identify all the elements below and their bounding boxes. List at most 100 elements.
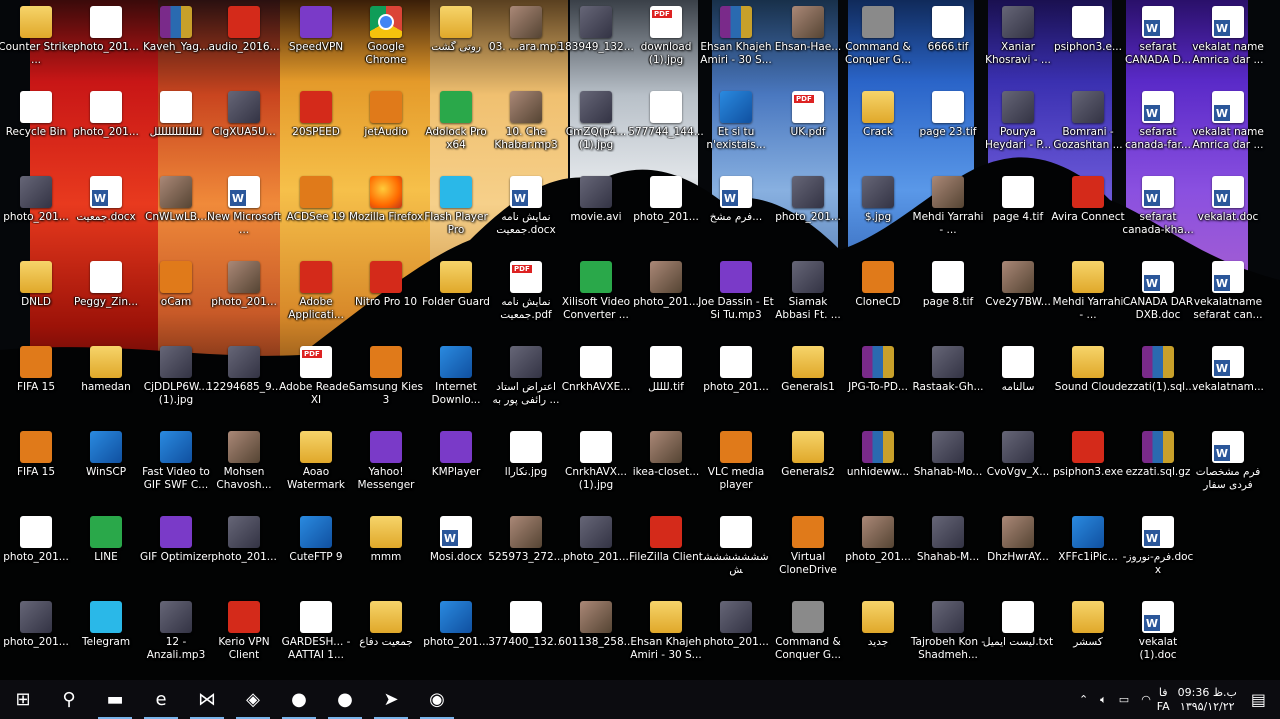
file-explorer-icon[interactable]: ▬	[92, 680, 138, 719]
desktop-icon[interactable]: Adobe Reader XI	[279, 346, 353, 430]
desktop-icon[interactable]: Siamak Abbasi Ft. ...	[772, 261, 844, 345]
desktop-icon[interactable]: جمعیت دفاع	[350, 601, 422, 685]
chrome-taskbar-icon[interactable]: ●	[276, 680, 322, 719]
desktop-icon[interactable]: photo_201...	[630, 176, 702, 260]
desktop-icon[interactable]: psiphon3.e...	[1052, 6, 1124, 90]
desktop-icon[interactable]: CuteFTP 9	[280, 516, 352, 600]
desktop-icon[interactable]: 10. Che Khabar.mp3	[490, 91, 562, 175]
desktop-icon[interactable]: لللللللللللللل	[140, 91, 212, 175]
desktop-icon[interactable]: للللل.tif	[630, 346, 702, 430]
desktop-icon[interactable]: 03. ...ara.mp3	[489, 6, 563, 90]
desktop-icon[interactable]: photo_201...	[560, 516, 632, 600]
desktop-icon[interactable]: 377400_132...	[488, 601, 564, 685]
desktop-icon[interactable]: CANADA DAR DXB.doc	[1122, 261, 1194, 345]
telegram-taskbar-icon[interactable]: ➤	[368, 680, 414, 719]
desktop-icon[interactable]: Mohsen Chavosh...	[208, 431, 280, 515]
desktop-icon[interactable]: GARDESH... - AATTAI 1...	[280, 601, 352, 685]
edge-icon[interactable]: e	[138, 680, 184, 719]
desktop-icon[interactable]: Xilisoft Video Converter ...	[560, 261, 632, 345]
desktop-icon[interactable]: CnrkhAVXE...	[560, 346, 632, 430]
desktop-icon[interactable]: Mehdi Yarrahi - ...	[912, 176, 984, 260]
desktop-icon[interactable]: ezzati.sql.gz	[1122, 431, 1194, 515]
desktop-icon[interactable]: 601138_258...	[558, 601, 634, 685]
desktop-icon[interactable]: Yahoo! Messenger	[350, 431, 422, 515]
desktop-icon[interactable]: Crack	[842, 91, 914, 175]
desktop-icon[interactable]: Adobe Applicati...	[280, 261, 352, 345]
search-button[interactable]: ⚲	[46, 680, 92, 719]
desktop-icon[interactable]: sefarat CANADA D...	[1122, 6, 1194, 90]
desktop-icon[interactable]: Cve2y7BW...	[982, 261, 1054, 345]
desktop-icon[interactable]: photo_201...	[0, 516, 72, 600]
desktop-icon[interactable]: $.jpg	[842, 176, 914, 260]
desktop-icon[interactable]: CnWLwLB...	[140, 176, 212, 260]
desktop-icon[interactable]: سالنامه	[982, 346, 1054, 430]
desktop-icon[interactable]: 12294685_9...	[206, 346, 282, 430]
desktop-icon[interactable]: audio_2016...	[208, 6, 280, 90]
desktop-icon[interactable]: Shahab-Mo...	[912, 431, 984, 515]
desktop-icon[interactable]: CmZQ(p4... (1).jpg	[560, 91, 632, 175]
desktop-icon[interactable]: photo_201...	[420, 601, 492, 685]
desktop-icon[interactable]: Mozilla Firefox	[349, 176, 423, 260]
desktop-icon[interactable]: Ehsan Khajeh Amiri - 30 S...	[700, 6, 772, 90]
desktop-icon[interactable]: Samsung Kies 3	[349, 346, 423, 430]
idm-taskbar-icon[interactable]: ◉	[414, 680, 460, 719]
desktop-icon[interactable]: oCam	[140, 261, 212, 345]
desktop-icon[interactable]: photo_201...	[630, 261, 702, 345]
desktop-icon[interactable]: ClgXUA5U...	[208, 91, 280, 175]
desktop-icon[interactable]: CnrkhAVX... (1).jpg	[560, 431, 632, 515]
desktop-icon[interactable]: Sound Cloud	[1052, 346, 1124, 430]
chevron-up-icon[interactable]: ⌃	[1079, 693, 1088, 706]
start-button[interactable]: ⊞	[0, 680, 46, 719]
desktop-icon[interactable]: JPG-To-PD...	[842, 346, 914, 430]
desktop-icon[interactable]: photo_201...	[0, 601, 72, 685]
desktop-icon[interactable]: mmm	[350, 516, 422, 600]
desktop-icon[interactable]: vekalatnam...	[1192, 346, 1264, 430]
desktop-icon[interactable]: Peggy_Zin...	[70, 261, 142, 345]
desktop-icon[interactable]: Shahab-M...	[912, 516, 984, 600]
desktop-icon[interactable]: نکاراا.jpg	[490, 431, 562, 515]
desktop-icon[interactable]: Telegram	[70, 601, 142, 685]
desktop-icon[interactable]: Ehsan-Hae...	[772, 6, 844, 90]
desktop-icon[interactable]: Mehdi Yarrahi - ...	[1052, 261, 1124, 345]
desktop-icon[interactable]: CloneCD	[842, 261, 914, 345]
desktop-icon[interactable]: Fast Video to GIF SWF C...	[140, 431, 212, 515]
desktop-icon[interactable]: Kerio VPN Client	[208, 601, 280, 685]
desktop-icon[interactable]: WinSCP	[70, 431, 142, 515]
desktop-icon[interactable]: Adolock Pro x64	[420, 91, 492, 175]
desktop-icon[interactable]: LINE	[70, 516, 142, 600]
clock[interactable]: 09:36 ب.ظ ۱۳۹۵/۱۲/۲۲	[1178, 686, 1237, 714]
desktop-icon[interactable]: Pourya Heydari - P...	[982, 91, 1054, 175]
desktop-icon[interactable]: Google Chrome	[350, 6, 422, 90]
desktop-icon[interactable]: Generals2	[772, 431, 844, 515]
desktop-icon[interactable]: Tajrobeh Kon - Shadmeh...	[911, 601, 985, 685]
desktop-icon[interactable]: photo_201...	[700, 346, 772, 430]
desktop-icon[interactable]: vekalat name Amrica dar ...	[1192, 91, 1264, 175]
desktop-icon[interactable]: Aoao Watermark	[280, 431, 352, 515]
desktop-icon[interactable]: FIFA 15	[0, 346, 72, 430]
input-language[interactable]: فا FA	[1157, 686, 1170, 714]
desktop-icon[interactable]: SpeedVPN	[280, 6, 352, 90]
desktop-icon[interactable]: CvoVgv_X...	[982, 431, 1054, 515]
desktop-icon[interactable]: photo_201...	[70, 6, 142, 90]
desktop-icon[interactable]: نمایش نامه جمعیت.docx	[490, 176, 562, 260]
desktop-icon[interactable]: لیست ایمیل.txt	[982, 601, 1054, 685]
desktop-icon[interactable]: 20SPEED	[280, 91, 352, 175]
desktop-icon[interactable]: جدید	[842, 601, 914, 685]
notification-center-icon[interactable]: ▤	[1251, 690, 1266, 709]
desktop-icon[interactable]: 525973_272...	[488, 516, 564, 600]
desktop-icon[interactable]: فرم مشخ...	[700, 176, 772, 260]
desktop-icon[interactable]: photo_201...	[772, 176, 844, 260]
desktop-icon[interactable]: download (1).jpg	[630, 6, 702, 90]
desktop-icon[interactable]: Command & Conquer G...	[842, 6, 914, 90]
desktop-icon[interactable]: VLC media player	[700, 431, 772, 515]
desktop-icon[interactable]: -فرم-نوروز.doc x	[1122, 516, 1194, 600]
desktop-icon[interactable]: اعتراض استاد رائفی پور به ...	[490, 346, 562, 430]
firefox-taskbar-icon[interactable]: ●	[322, 680, 368, 719]
desktop-icon[interactable]: movie.avi	[560, 176, 632, 260]
desktop-icon[interactable]: Et si tu n'existais...	[700, 91, 772, 175]
desktop-icon[interactable]: ACDSee 19	[280, 176, 352, 260]
desktop-icon[interactable]: 577744_144...	[628, 91, 704, 175]
desktop-icon[interactable]: Avira Connect	[1051, 176, 1125, 260]
desktop-icon[interactable]: FileZilla Client	[629, 516, 703, 600]
desktop-icon[interactable]: Rastaak-Gh...	[912, 346, 984, 430]
